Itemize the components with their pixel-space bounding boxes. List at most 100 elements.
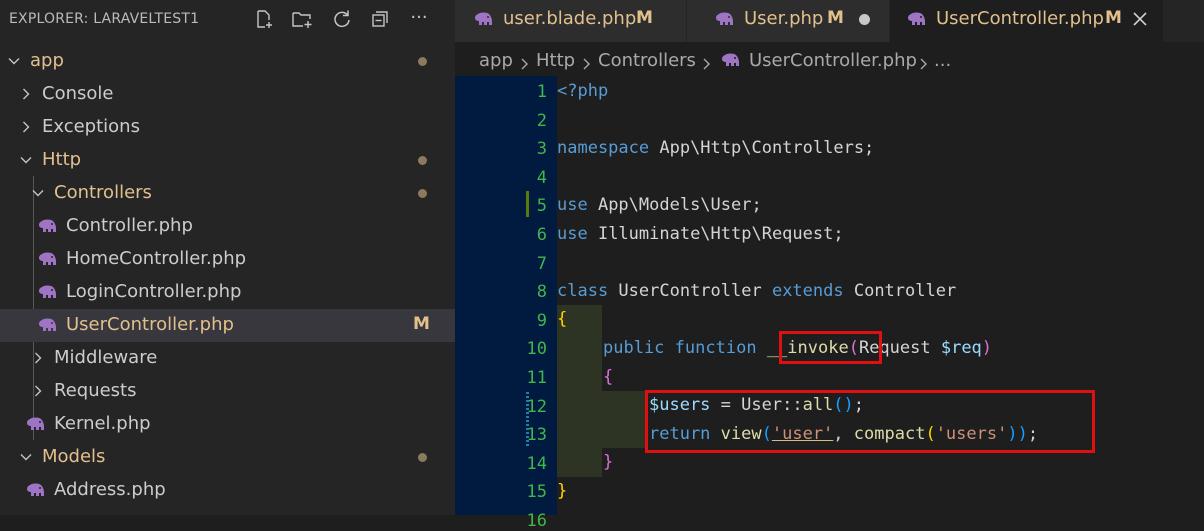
- php-open-tag: <?php: [557, 81, 609, 101]
- tree-file-logincontroller[interactable]: LoginController.php: [0, 276, 455, 309]
- tree-label: Exceptions: [42, 116, 140, 137]
- brace: }: [557, 481, 568, 501]
- line-number: 4: [536, 167, 547, 188]
- tree-label: Console: [42, 83, 114, 104]
- code-editor[interactable]: <?php namespace App\Http\Controllers; us…: [557, 76, 1204, 515]
- chevron-down-icon: [19, 153, 33, 167]
- modified-badge: M: [413, 314, 430, 334]
- tree-file-homecontroller[interactable]: HomeController.php: [0, 243, 455, 276]
- code-line-8: class UserController extends Controller: [557, 281, 956, 310]
- keyword: namespace: [557, 138, 650, 158]
- breadcrumb-item[interactable]: UserController.php: [749, 50, 917, 71]
- line-number: 13: [526, 425, 547, 446]
- tree-folder-controllers[interactable]: Controllers: [0, 177, 455, 210]
- php-elephant-icon: [38, 284, 58, 300]
- line-number: 3: [536, 139, 547, 160]
- modified-dot-icon: [418, 57, 427, 66]
- line-number-gutter: 1 2 3 4 5 6 7 8 9 10 11 12 13 14 15 16: [455, 76, 557, 531]
- breadcrumb-item[interactable]: ...: [934, 50, 951, 71]
- tab-user-blade[interactable]: user.blade.php M: [455, 0, 687, 42]
- code-line-11: {: [603, 367, 613, 396]
- tree-folder-console[interactable]: Console: [0, 78, 455, 111]
- tab-label: UserController.php: [936, 8, 1104, 29]
- unsaved-dot-icon[interactable]: [859, 14, 870, 25]
- tree-file-controller[interactable]: Controller.php: [0, 210, 455, 243]
- tab-modified-badge: M: [827, 8, 844, 28]
- new-file-icon[interactable]: [253, 8, 275, 30]
- tab-bar: user.blade.php M User.php M UserControll…: [455, 0, 1204, 42]
- tree-folder-exceptions[interactable]: Exceptions: [0, 111, 455, 144]
- code-line-15: }: [557, 481, 567, 510]
- keyword: function: [674, 338, 757, 358]
- php-elephant-icon: [721, 52, 741, 68]
- tab-usercontroller[interactable]: UserController.php M: [890, 0, 1164, 42]
- breadcrumb-item[interactable]: app: [479, 50, 513, 71]
- explorer-sidebar: EXPLORER: LARAVELTEST1 ··· app Console E…: [0, 0, 455, 515]
- tree-label: Models: [42, 446, 106, 467]
- tab-user-php[interactable]: User.php M: [687, 0, 890, 42]
- php-elephant-icon: [907, 11, 927, 27]
- tree-folder-middleware[interactable]: Middleware: [0, 342, 455, 375]
- refresh-icon[interactable]: [331, 8, 353, 30]
- breadcrumb-item[interactable]: Controllers: [598, 50, 696, 71]
- line-number: 11: [526, 368, 547, 388]
- tree-label: app: [30, 50, 64, 71]
- code-token: UserController: [608, 281, 772, 301]
- annotation-box-invoke: [779, 331, 882, 364]
- modified-dot-icon: [418, 156, 427, 165]
- close-icon[interactable]: [1130, 9, 1150, 29]
- tree-label: LoginController.php: [66, 281, 242, 302]
- tree-folder-models[interactable]: Models: [0, 441, 455, 474]
- line-number: 1: [536, 82, 547, 102]
- git-modified-indicator: [526, 392, 529, 446]
- tree-label: Http: [42, 149, 82, 170]
- line-number: 2: [536, 110, 547, 131]
- git-added-indicator: [526, 191, 529, 217]
- line-number: 16: [526, 511, 547, 531]
- breadcrumb: app Http Controllers UserController.php …: [455, 42, 1204, 76]
- chevron-right-icon: [31, 384, 45, 398]
- php-elephant-icon: [715, 11, 735, 27]
- line-number: 8: [536, 282, 547, 303]
- explorer-header: EXPLORER: LARAVELTEST1 ···: [0, 0, 455, 40]
- brace: {: [557, 309, 568, 329]
- tree-folder-http[interactable]: Http: [0, 144, 455, 177]
- more-actions-icon[interactable]: ···: [408, 6, 430, 28]
- tree-label: Middleware: [54, 347, 158, 368]
- brace: }: [603, 452, 614, 472]
- chevron-down-icon: [31, 186, 45, 200]
- modified-dot-icon: [418, 453, 427, 462]
- tree-label: Requests: [54, 380, 137, 401]
- tree-label: Controllers: [54, 182, 152, 203]
- tree-label: HomeController.php: [66, 248, 247, 269]
- collapse-all-icon[interactable]: [369, 8, 391, 30]
- tree-folder-requests[interactable]: Requests: [0, 375, 455, 408]
- line-number: 12: [526, 396, 547, 417]
- brace: {: [603, 367, 614, 387]
- chevron-right-icon: [701, 55, 711, 70]
- tree-file-usercontroller[interactable]: UserController.php M: [0, 309, 455, 342]
- line-number: 5: [536, 196, 547, 217]
- code-line-1: <?php: [557, 81, 608, 110]
- php-elephant-icon: [38, 218, 58, 234]
- chevron-down-icon: [19, 450, 33, 464]
- code-line-9: {: [557, 309, 567, 338]
- new-folder-icon[interactable]: [291, 8, 313, 30]
- variable: $req: [940, 338, 982, 358]
- tab-modified-badge: M: [636, 8, 653, 28]
- tree-folder-app[interactable]: app: [0, 45, 455, 78]
- keyword: use: [557, 195, 588, 215]
- line-number: 10: [526, 339, 547, 360]
- keyword: class: [557, 281, 609, 301]
- tree-file-address[interactable]: Address.php: [0, 474, 455, 507]
- php-elephant-icon: [26, 482, 46, 498]
- code-line-6: use Illuminate\Http\Request;: [557, 224, 844, 253]
- code-token: App\Models\User;: [587, 195, 762, 215]
- code-line-5: use App\Models\User;: [557, 195, 762, 224]
- tree-file-kernel[interactable]: Kernel.php: [0, 408, 455, 441]
- php-elephant-icon: [474, 11, 494, 27]
- php-elephant-icon: [26, 416, 46, 432]
- php-elephant-icon: [38, 251, 58, 267]
- breadcrumb-item[interactable]: Http: [536, 50, 575, 71]
- line-number: 9: [536, 310, 547, 331]
